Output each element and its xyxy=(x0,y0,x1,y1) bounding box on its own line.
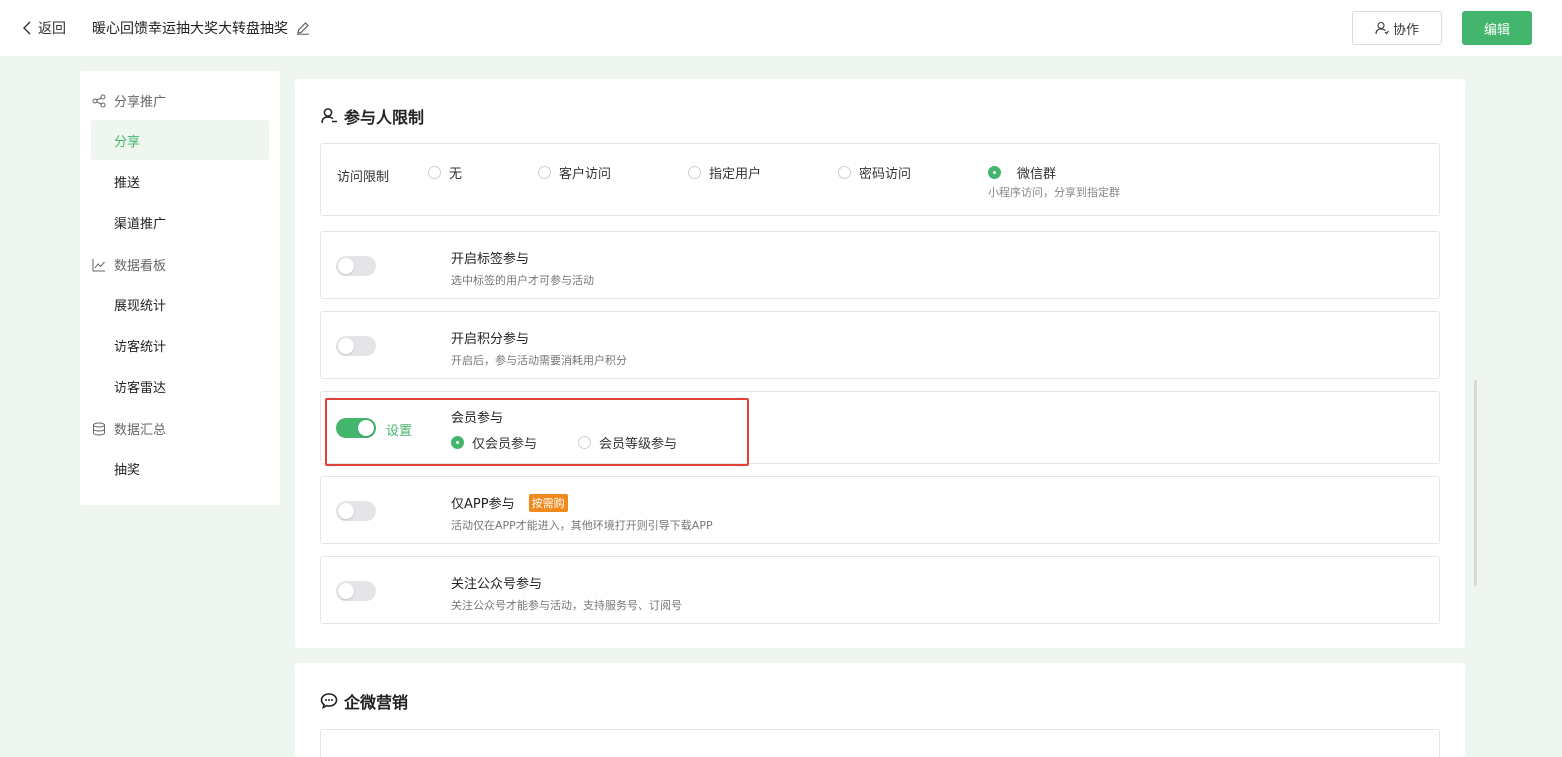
radio-dot[interactable] xyxy=(538,166,551,179)
scrollbar[interactable] xyxy=(1474,380,1477,586)
row-desc: 开启后，参与活动需要消耗用户积分 xyxy=(451,354,627,367)
sidebar-item-label: 抽奖 xyxy=(114,462,141,478)
sidebar-item-push[interactable]: 推送 xyxy=(91,161,269,201)
sidebar-group-label: 数据汇总 xyxy=(114,423,167,438)
wecom-first-row xyxy=(320,729,1440,757)
sidebar-item-label: 渠道推广 xyxy=(114,216,167,232)
collab-label: 协作 xyxy=(1392,22,1419,38)
row-title: 仅APP参与 按需购 xyxy=(451,493,568,512)
tag-participation-toggle[interactable] xyxy=(336,256,376,276)
participant-title: 参与人限制 xyxy=(320,104,424,128)
member-settings-link[interactable]: 设置 xyxy=(386,420,412,439)
member-option-member-level[interactable]: 会员等级参与 xyxy=(578,433,677,452)
wecom-title: 企微营销 xyxy=(320,689,408,713)
page-title: 暖心回馈幸运抽大奖大转盘抽奖 xyxy=(92,18,310,38)
member-participation-toggle[interactable] xyxy=(336,418,376,438)
participant-title-text: 参与人限制 xyxy=(344,108,425,127)
sidebar-item-share[interactable]: 分享 xyxy=(91,120,269,160)
chat-icon xyxy=(320,693,338,710)
radio-dot[interactable] xyxy=(451,436,464,449)
row-desc: 关注公众号才能参与活动，支持服务号、订阅号 xyxy=(451,599,682,612)
app-only-toggle[interactable] xyxy=(336,501,376,521)
edit-pencil-icon[interactable] xyxy=(296,21,310,35)
chevron-left-icon xyxy=(23,21,31,35)
sidebar-item-label: 展现统计 xyxy=(114,298,167,314)
sidebar-item-impressions[interactable]: 展现统计 xyxy=(91,284,269,324)
radio-label: 无 xyxy=(449,167,463,182)
app-only-row: 仅APP参与 按需购 活动仅在APP才能进入，其他环境打开则引导下载APP xyxy=(320,476,1440,544)
on-demand-badge: 按需购 xyxy=(528,493,568,512)
page-title-text: 暖心回馈幸运抽大奖大转盘抽奖 xyxy=(92,21,288,37)
row-title: 关注公众号参与 xyxy=(451,577,543,592)
user-icon xyxy=(321,108,337,124)
points-participation-toggle[interactable] xyxy=(336,336,376,356)
row-title: 开启标签参与 xyxy=(451,252,530,267)
sidebar-group-dashboard: 数据看板 xyxy=(92,255,166,274)
sidebar-group-summary: 数据汇总 xyxy=(92,419,166,438)
radio-label: 仅会员参与 xyxy=(472,437,538,452)
sidebar: 分享推广 分享 推送 渠道推广 数据看板 展现统计 访客统计 访客雷达 数据汇总… xyxy=(80,71,280,505)
sidebar-item-label: 分享 xyxy=(114,134,141,150)
top-bar: 返回 暖心回馈幸运抽大奖大转盘抽奖 协作 编辑 xyxy=(0,0,1562,56)
follow-official-account-toggle[interactable] xyxy=(336,581,376,601)
sidebar-item-lottery[interactable]: 抽奖 xyxy=(91,448,269,488)
member-participation-row: 设置 会员参与 仅会员参与 会员等级参与 xyxy=(320,391,1440,464)
radio-dot[interactable] xyxy=(688,166,701,179)
sidebar-group-label: 数据看板 xyxy=(114,259,167,274)
radio-dot[interactable] xyxy=(988,166,1001,179)
sidebar-item-visitor-radar[interactable]: 访客雷达 xyxy=(91,366,269,406)
share-icon xyxy=(92,94,106,107)
row-title-text: 仅APP参与 xyxy=(451,497,515,512)
radio-dot[interactable] xyxy=(838,166,851,179)
wechat-group-sub: 小程序访问，分享到指定群 xyxy=(988,186,1120,199)
access-option-customer[interactable]: 客户访问 xyxy=(538,163,611,182)
access-label: 访问限制 xyxy=(337,170,390,185)
database-icon xyxy=(93,422,105,436)
sidebar-group-share: 分享推广 xyxy=(92,91,166,110)
radio-label: 会员等级参与 xyxy=(599,437,678,452)
line-chart-icon xyxy=(92,258,105,271)
sidebar-item-label: 访客统计 xyxy=(114,339,167,355)
wecom-card: 企微营销 xyxy=(295,663,1465,757)
participant-card: 参与人限制 访问限制 无 客户访问 指定用户 密码访问 微信群 小程序访问，分享… xyxy=(295,79,1465,648)
row-title: 开启积分参与 xyxy=(451,332,530,347)
access-option-password[interactable]: 密码访问 xyxy=(838,163,911,182)
access-option-none[interactable]: 无 xyxy=(428,163,462,182)
sidebar-item-channel[interactable]: 渠道推广 xyxy=(91,202,269,242)
points-participation-row: 开启积分参与 开启后，参与活动需要消耗用户积分 xyxy=(320,311,1440,379)
radio-dot[interactable] xyxy=(428,166,441,179)
radio-label: 指定用户 xyxy=(709,167,762,182)
user-icon xyxy=(1375,21,1389,35)
sidebar-item-label: 推送 xyxy=(114,175,141,191)
tag-participation-row: 开启标签参与 选中标签的用户才可参与活动 xyxy=(320,231,1440,299)
sidebar-group-label: 分享推广 xyxy=(114,95,167,110)
radio-label: 客户访问 xyxy=(559,167,612,182)
row-title: 会员参与 xyxy=(451,411,504,426)
row-desc: 选中标签的用户才可参与活动 xyxy=(451,274,594,287)
access-option-specified-user[interactable]: 指定用户 xyxy=(688,163,761,182)
row-desc: 活动仅在APP才能进入，其他环境打开则引导下载APP xyxy=(451,519,713,532)
back-button[interactable]: 返回 xyxy=(22,18,66,38)
back-label: 返回 xyxy=(38,21,66,37)
access-option-wechat-group[interactable]: 微信群 xyxy=(988,163,1056,182)
edit-label: 编辑 xyxy=(1483,22,1510,38)
sidebar-item-visitors[interactable]: 访客统计 xyxy=(91,325,269,365)
sidebar-item-label: 访客雷达 xyxy=(114,380,167,396)
wecom-title-text: 企微营销 xyxy=(344,693,409,712)
radio-label: 密码访问 xyxy=(859,167,912,182)
follow-official-account-row: 关注公众号参与 关注公众号才能参与活动，支持服务号、订阅号 xyxy=(320,556,1440,624)
access-restriction-box: 访问限制 无 客户访问 指定用户 密码访问 微信群 小程序访问，分享到指定群 xyxy=(320,143,1440,216)
collab-button[interactable]: 协作 xyxy=(1352,11,1442,45)
radio-label: 微信群 xyxy=(1017,167,1057,182)
edit-button[interactable]: 编辑 xyxy=(1462,11,1532,45)
member-option-only-members[interactable]: 仅会员参与 xyxy=(451,433,537,452)
radio-dot[interactable] xyxy=(578,436,591,449)
